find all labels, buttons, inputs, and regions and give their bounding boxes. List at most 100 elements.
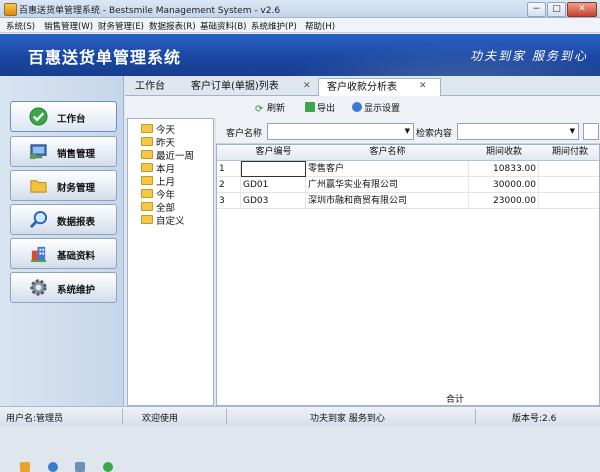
building-icon	[30, 246, 47, 263]
cell-period-payments[interactable]	[539, 177, 599, 193]
nav-label: 数据报表	[57, 217, 96, 228]
export-label: 导出	[317, 104, 336, 114]
display-settings-label: 显示设置	[364, 104, 401, 114]
refresh-label: 刷新	[267, 104, 286, 114]
tab-order-list[interactable]: 客户订单(单据)列表	[191, 78, 279, 96]
app-icon	[4, 3, 17, 16]
export-icon	[305, 102, 315, 112]
tree-item-this-year[interactable]: 今年	[141, 187, 175, 201]
status-divider	[226, 409, 227, 424]
cell-customer-name[interactable]: 广州赢华实业有限公司	[306, 177, 469, 193]
menu-reports[interactable]: 数据报表(R)	[149, 20, 196, 32]
chevron-down-icon: ▼	[404, 127, 410, 135]
folder-icon	[141, 137, 153, 146]
customer-name-select[interactable]: ▼	[267, 123, 414, 140]
menu-maintenance[interactable]: 系统维护(P)	[251, 20, 297, 32]
cell-customer-code[interactable]: GD03	[241, 193, 306, 209]
close-button[interactable]: ✕	[567, 2, 597, 17]
tab-bar: 工作台 客户订单(单据)列表 ✕ 客户收款分析表 ✕	[125, 76, 600, 97]
header-period-payments[interactable]: 期间付款	[539, 145, 599, 161]
tree-item-today[interactable]: 今天	[141, 122, 175, 136]
cell-customer-name[interactable]: 零售客户	[306, 161, 469, 177]
maximize-button[interactable]: □	[547, 2, 566, 17]
nav-label: 工作台	[57, 114, 86, 125]
status-slogan: 功夫到家 服务到心	[310, 414, 385, 424]
nav-basic-data-button[interactable]: 基础资料	[10, 238, 117, 269]
tree-item-custom[interactable]: 自定义	[141, 213, 185, 227]
nav-label: 财务管理	[57, 183, 96, 194]
status-welcome: 欢迎使用	[142, 414, 179, 424]
header-customer-code[interactable]: 客户编号	[241, 145, 307, 161]
row-number: 3	[217, 193, 241, 209]
tree-item-this-month[interactable]: 本月	[141, 161, 175, 175]
display-settings-button[interactable]: 显示设置	[352, 101, 400, 114]
tree-label: 自定义	[156, 216, 185, 227]
nav-sales-button[interactable]: 销售管理	[10, 136, 117, 167]
cell-customer-name[interactable]: 深圳市融和商贸有限公司	[306, 193, 469, 209]
banner: 百惠送货单管理系统 功夫到家 服务到心	[0, 34, 600, 76]
nav-finance-button[interactable]: 财务管理	[10, 170, 117, 201]
folder-icon	[141, 176, 153, 185]
close-tab-icon[interactable]: ✕	[419, 81, 427, 91]
search-select[interactable]: ▼	[457, 123, 579, 140]
tree-item-last-month[interactable]: 上月	[141, 174, 175, 188]
status-user: 用户名:管理员	[6, 414, 64, 424]
clock-icon[interactable]	[48, 462, 58, 472]
cell-period-payments[interactable]	[539, 161, 599, 177]
header-period-receipts[interactable]: 期间收款	[469, 145, 540, 161]
folder-icon	[141, 163, 153, 172]
menu-sales[interactable]: 销售管理(W)	[44, 20, 93, 32]
chevron-down-icon: ▼	[569, 127, 575, 135]
banner-slogan: 功夫到家 服务到心	[470, 49, 588, 63]
status-version: 版本号:2.6	[512, 414, 557, 424]
close-tab-icon[interactable]: ✕	[303, 81, 311, 91]
monitor-icon	[29, 144, 47, 160]
folder-icon	[141, 150, 153, 159]
nav-reports-button[interactable]: 数据报表	[10, 204, 117, 235]
nav-label: 销售管理	[57, 149, 96, 160]
cell-customer-code[interactable]: GD01	[241, 177, 306, 193]
app-title: 百惠送货单管理系统	[28, 48, 182, 67]
total-label: 合计	[446, 395, 465, 405]
cell-period-receipts[interactable]: 23000.00	[469, 193, 539, 209]
tree-item-yesterday[interactable]: 昨天	[141, 135, 175, 149]
shortcut-icon-1[interactable]	[20, 462, 30, 472]
menu-system[interactable]: 系统(S)	[6, 20, 35, 32]
nav-workbench-button[interactable]: 工作台	[10, 101, 117, 132]
nav-label: 基础资料	[57, 251, 96, 262]
left-nav: 工作台 销售管理 财务管理 数据报表 基础资料 系统维护	[0, 76, 124, 472]
date-tree: 今天 昨天 最近一周 本月 上月 今年 全部 自定义	[127, 118, 214, 406]
tree-item-last-week[interactable]: 最近一周	[141, 148, 194, 162]
menu-basic-data[interactable]: 基础资料(B)	[200, 20, 246, 32]
gear-icon	[30, 279, 47, 296]
calculator-icon[interactable]	[75, 462, 85, 472]
export-button[interactable]: 导出	[305, 101, 335, 114]
tab-workbench[interactable]: 工作台	[135, 78, 165, 96]
menu-finance[interactable]: 财务管理(E)	[98, 20, 144, 32]
status-divider	[475, 409, 476, 424]
folder-icon	[30, 180, 47, 193]
cell-period-receipts[interactable]: 30000.00	[469, 177, 539, 193]
minimize-button[interactable]: −	[527, 2, 546, 17]
header-rownum	[217, 145, 242, 161]
status-divider	[122, 409, 123, 424]
nav-label: 系统维护	[57, 285, 96, 296]
row-number: 2	[217, 177, 241, 193]
menu-help[interactable]: 帮助(H)	[305, 20, 335, 32]
folder-icon	[141, 202, 153, 211]
toolbar: ⟳ 刷新 导出 显示设置	[125, 96, 600, 118]
data-grid: 客户编号 客户名称 期间收款 期间付款 1 零售客户 10833.00 2 GD…	[216, 144, 600, 406]
cell-period-receipts[interactable]: 10833.00	[469, 161, 539, 177]
folder-icon	[141, 124, 153, 133]
search-label: 检索内容	[416, 129, 453, 139]
folder-icon	[141, 189, 153, 198]
nav-maintenance-button[interactable]: 系统维护	[10, 272, 117, 303]
header-customer-name[interactable]: 客户名称	[306, 145, 470, 161]
search-button[interactable]	[583, 123, 599, 140]
cell-period-payments[interactable]	[539, 193, 599, 209]
menu-bar: 系统(S) 销售管理(W) 财务管理(E) 数据报表(R) 基础资料(B) 系统…	[0, 18, 600, 33]
cell-customer-code[interactable]	[241, 161, 306, 177]
tree-item-all[interactable]: 全部	[141, 200, 175, 214]
refresh-button[interactable]: ⟳ 刷新	[255, 101, 285, 115]
exit-icon[interactable]	[103, 462, 113, 472]
